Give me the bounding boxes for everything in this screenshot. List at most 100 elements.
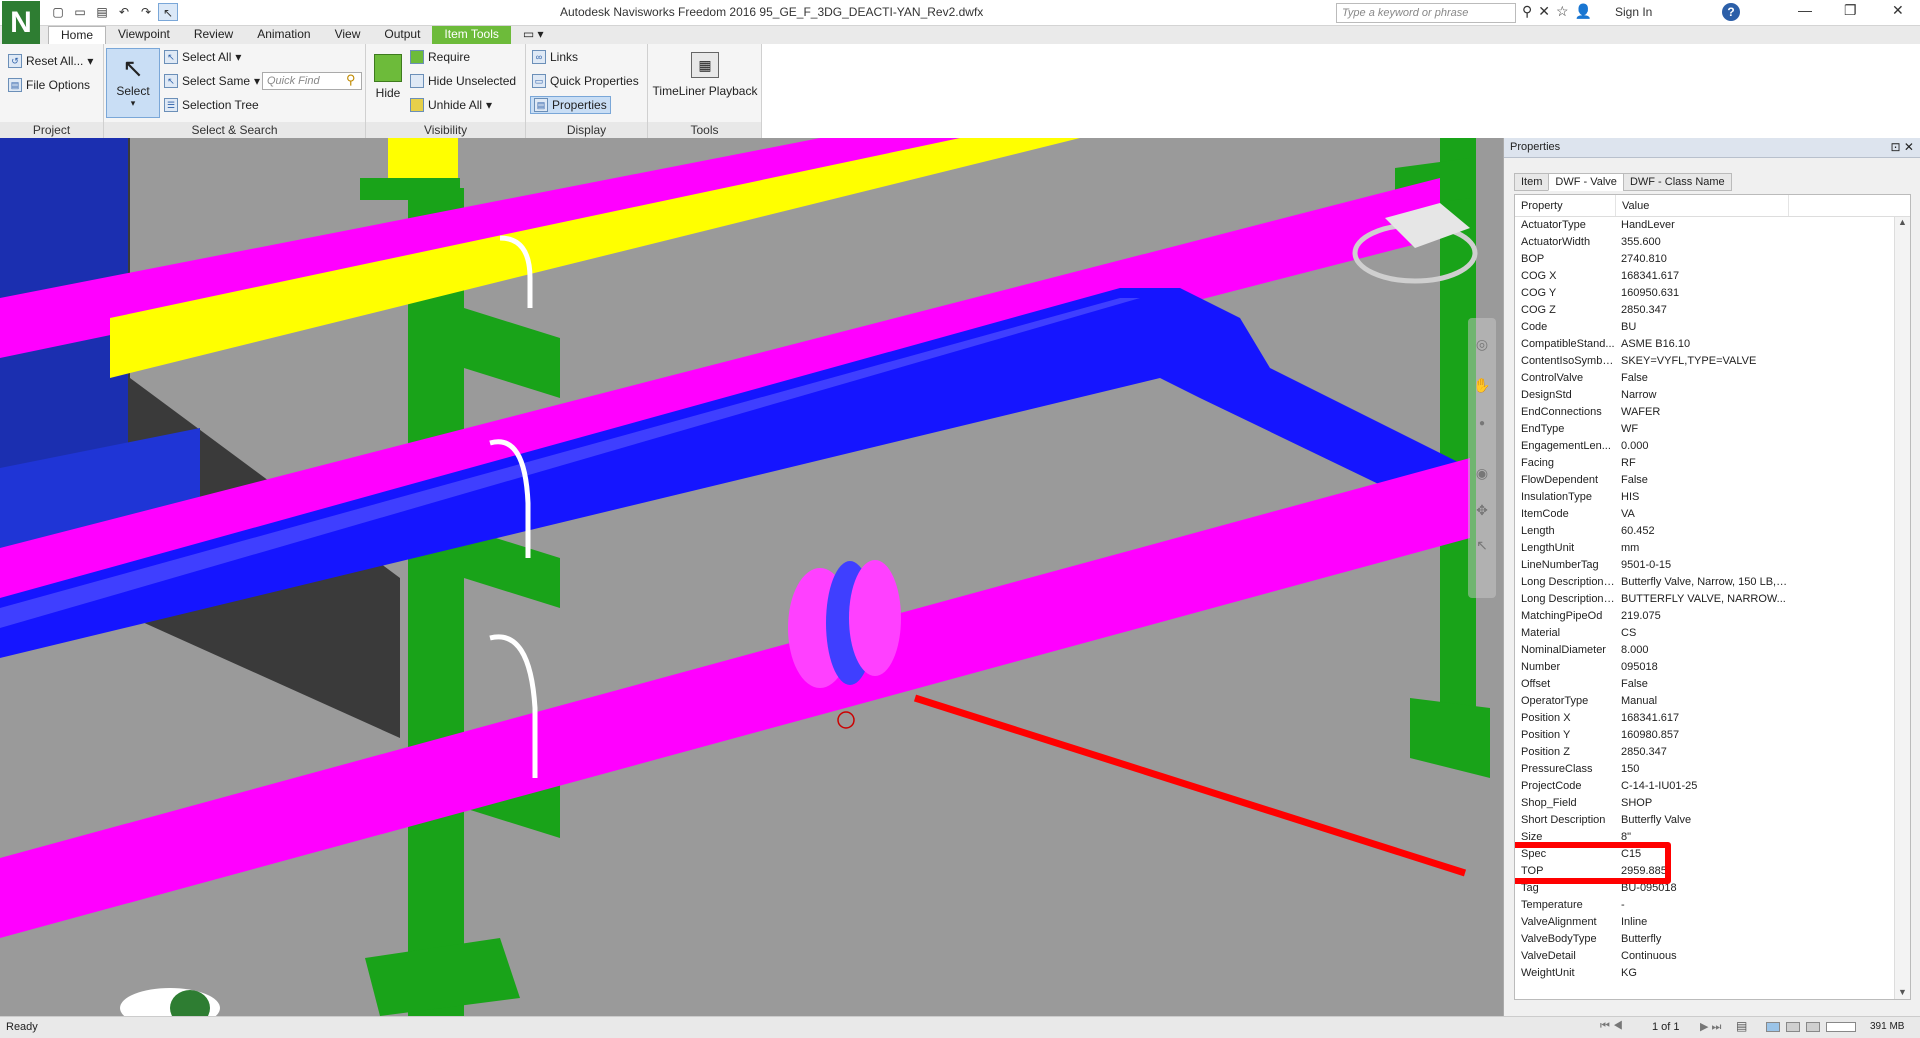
- table-row[interactable]: MatchingPipeOd 219.075: [1515, 608, 1910, 625]
- tab-item-tools[interactable]: Item Tools: [432, 26, 511, 44]
- select-cursor-icon[interactable]: ↖: [158, 3, 178, 21]
- table-row[interactable]: NominalDiameter 8.000: [1515, 642, 1910, 659]
- table-row[interactable]: Code BU: [1515, 319, 1910, 336]
- open-file-icon[interactable]: ▭: [70, 3, 90, 21]
- navigation-bar[interactable]: ◎ ✋ ● ◉ ✥ ↖: [1468, 318, 1496, 598]
- table-row[interactable]: BOP 2740.810: [1515, 251, 1910, 268]
- page-first-icon[interactable]: ⏮ ◀: [1600, 1020, 1623, 1033]
- select-tool-icon[interactable]: ↖: [1468, 537, 1496, 554]
- tab-animation[interactable]: Animation: [245, 26, 322, 44]
- table-row[interactable]: FlowDependent False: [1515, 472, 1910, 489]
- binoculars-icon[interactable]: ⚲: [1522, 3, 1532, 20]
- selection-tree-button[interactable]: ☰ Selection Tree: [164, 98, 259, 112]
- tab-item[interactable]: Item: [1514, 173, 1550, 191]
- table-row[interactable]: Temperature -: [1515, 897, 1910, 914]
- undo-icon[interactable]: ↶: [114, 3, 134, 21]
- tab-view[interactable]: View: [323, 26, 373, 44]
- orbit-icon[interactable]: ◉: [1468, 465, 1496, 482]
- table-row[interactable]: Facing RF: [1515, 455, 1910, 472]
- table-row[interactable]: WeightUnit KG: [1515, 965, 1910, 982]
- scroll-down-icon[interactable]: ▼: [1895, 987, 1910, 997]
- tab-home[interactable]: Home: [48, 26, 107, 44]
- table-row[interactable]: LineNumberTag 9501-0-15: [1515, 557, 1910, 574]
- select-all-button[interactable]: ↖ Select All ▾: [164, 50, 241, 64]
- table-row[interactable]: ContentIsoSymbo... SKEY=VYFL,TYPE=VALVE: [1515, 353, 1910, 370]
- table-row[interactable]: COG Z 2850.347: [1515, 302, 1910, 319]
- reset-all-button[interactable]: ↺ Reset All... ▾: [8, 54, 93, 68]
- vertical-scrollbar[interactable]: ▲ ▼: [1894, 217, 1910, 999]
- tab-output[interactable]: Output: [372, 26, 432, 44]
- scroll-up-icon[interactable]: ▲: [1895, 217, 1910, 227]
- unhide-all-button[interactable]: Unhide All ▾: [410, 98, 492, 112]
- table-row[interactable]: InsulationType HIS: [1515, 489, 1910, 506]
- tab-overflow-icon[interactable]: ▭ ▾: [511, 26, 556, 44]
- table-row[interactable]: CompatibleStand... ASME B16.10: [1515, 336, 1910, 353]
- links-button[interactable]: ∞ Links: [532, 50, 578, 64]
- sign-in-button[interactable]: Sign In: [1615, 5, 1652, 19]
- table-row[interactable]: Position X 168341.617: [1515, 710, 1910, 727]
- table-row[interactable]: COG X 168341.617: [1515, 268, 1910, 285]
- table-row[interactable]: Material CS: [1515, 625, 1910, 642]
- tab-viewpoint[interactable]: Viewpoint: [106, 26, 182, 44]
- table-row[interactable]: ValveDetail Continuous: [1515, 948, 1910, 965]
- table-row[interactable]: EngagementLen... 0.000: [1515, 438, 1910, 455]
- 3d-viewport[interactable]: ◎ ✋ ● ◉ ✥ ↖: [0, 138, 1503, 1016]
- select-button[interactable]: ↖ Select ▾: [106, 48, 160, 118]
- table-row[interactable]: EndType WF: [1515, 421, 1910, 438]
- hide-unselected-button[interactable]: Hide Unselected: [410, 74, 516, 88]
- table-row[interactable]: Length 60.452: [1515, 523, 1910, 540]
- properties-button[interactable]: ▤ Properties: [530, 96, 611, 114]
- column-value[interactable]: Value: [1615, 195, 1788, 216]
- table-row[interactable]: EndConnections WAFER: [1515, 404, 1910, 421]
- sheet-browser-icon[interactable]: ▤: [1736, 1019, 1747, 1033]
- app-logo[interactable]: N: [2, 1, 40, 44]
- tools-icon[interactable]: ✕: [1538, 3, 1550, 20]
- user-icon[interactable]: 👤: [1575, 3, 1592, 20]
- quick-properties-button[interactable]: ▭ Quick Properties: [532, 74, 639, 88]
- look-icon[interactable]: ✥: [1468, 502, 1496, 519]
- table-row[interactable]: Position Z 2850.347: [1515, 744, 1910, 761]
- table-row[interactable]: ActuatorWidth 355.600: [1515, 234, 1910, 251]
- hide-button[interactable]: Hide: [368, 48, 408, 118]
- require-button[interactable]: Require: [410, 50, 470, 64]
- page-last-icon[interactable]: ▶ ⏭: [1700, 1020, 1721, 1034]
- table-row[interactable]: ControlValve False: [1515, 370, 1910, 387]
- table-row[interactable]: Offset False: [1515, 676, 1910, 693]
- table-row[interactable]: ProjectCode C-14-1-IU01-25: [1515, 778, 1910, 795]
- minimize-icon[interactable]: —: [1798, 2, 1812, 18]
- table-row[interactable]: PressureClass 150: [1515, 761, 1910, 778]
- file-options-button[interactable]: ▤ File Options: [8, 78, 90, 92]
- steering-wheel-icon[interactable]: ◎: [1468, 336, 1496, 353]
- tab-dwf-class-name[interactable]: DWF - Class Name: [1622, 173, 1732, 191]
- table-row[interactable]: Number 095018: [1515, 659, 1910, 676]
- star-icon[interactable]: ☆: [1556, 3, 1569, 20]
- table-row[interactable]: ItemCode VA: [1515, 506, 1910, 523]
- tab-dwf-valve[interactable]: DWF - Valve: [1548, 173, 1624, 191]
- table-row[interactable]: Shop_Field SHOP: [1515, 795, 1910, 812]
- new-file-icon[interactable]: ▢: [48, 3, 68, 21]
- maximize-icon[interactable]: ❐: [1844, 2, 1857, 19]
- select-same-button[interactable]: ↖ Select Same ▾: [164, 74, 260, 88]
- table-row[interactable]: Short Description Butterfly Valve: [1515, 812, 1910, 829]
- help-icon[interactable]: ?: [1722, 3, 1740, 21]
- tab-review[interactable]: Review: [182, 26, 245, 44]
- pan-hand-icon[interactable]: ✋: [1468, 377, 1496, 394]
- redo-icon[interactable]: ↷: [136, 3, 156, 21]
- table-row[interactable]: ValveBodyType Butterfly: [1515, 931, 1910, 948]
- pin-close-icons[interactable]: ⊡ ✕: [1891, 140, 1914, 154]
- table-row[interactable]: ActuatorType HandLever: [1515, 217, 1910, 234]
- table-row[interactable]: LengthUnit mm: [1515, 540, 1910, 557]
- keyword-search-input[interactable]: Type a keyword or phrase: [1336, 3, 1516, 23]
- quick-find-icon[interactable]: ⚲: [346, 72, 356, 88]
- table-row[interactable]: ValveAlignment Inline: [1515, 914, 1910, 931]
- table-row[interactable]: DesignStd Narrow: [1515, 387, 1910, 404]
- table-row[interactable]: Long Description ... Butterfly Valve, Nar…: [1515, 574, 1910, 591]
- table-row[interactable]: OperatorType Manual: [1515, 693, 1910, 710]
- table-row[interactable]: Position Y 160980.857: [1515, 727, 1910, 744]
- table-row[interactable]: COG Y 160950.631: [1515, 285, 1910, 302]
- close-icon[interactable]: ✕: [1892, 2, 1904, 19]
- timeliner-playback-button[interactable]: ▦ TimeLiner Playback: [652, 48, 758, 118]
- zoom-icon[interactable]: ●: [1468, 418, 1496, 429]
- column-property[interactable]: Property: [1515, 195, 1615, 216]
- print-icon[interactable]: ▤: [92, 3, 112, 21]
